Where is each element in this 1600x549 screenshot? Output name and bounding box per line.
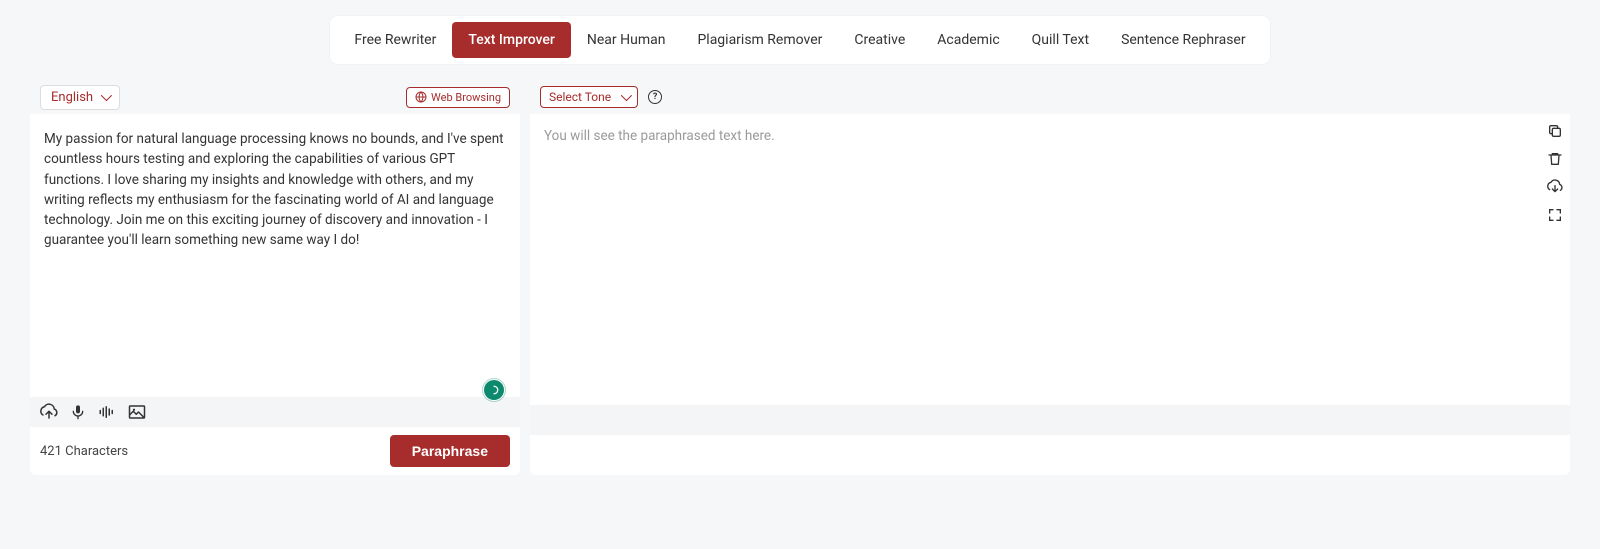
mode-tabs: Free Rewriter Text Improver Near Human P… bbox=[330, 16, 1269, 64]
language-select-label: English bbox=[51, 90, 93, 105]
input-textarea[interactable]: My passion for natural language processi… bbox=[30, 114, 520, 397]
input-panel-header: English Web Browsing bbox=[30, 80, 520, 114]
tab-quill-text[interactable]: Quill Text bbox=[1016, 22, 1105, 58]
fullscreen-icon[interactable] bbox=[1546, 206, 1564, 224]
tab-academic[interactable]: Academic bbox=[921, 22, 1015, 58]
app-container: Free Rewriter Text Improver Near Human P… bbox=[30, 16, 1570, 475]
input-toolbar bbox=[30, 397, 520, 427]
delete-icon[interactable] bbox=[1546, 150, 1564, 168]
output-panel-header: Select Tone ? bbox=[530, 80, 1570, 114]
tab-plagiarism-remover[interactable]: Plagiarism Remover bbox=[681, 22, 838, 58]
download-icon[interactable] bbox=[1546, 178, 1564, 196]
output-area: You will see the paraphrased text here. bbox=[530, 114, 1570, 405]
chevron-down-icon bbox=[621, 90, 632, 101]
tab-free-rewriter[interactable]: Free Rewriter bbox=[338, 22, 452, 58]
tab-near-human[interactable]: Near Human bbox=[571, 22, 682, 58]
input-footer: 421 Characters Paraphrase bbox=[30, 427, 520, 475]
help-icon[interactable]: ? bbox=[648, 90, 662, 104]
tab-text-improver[interactable]: Text Improver bbox=[452, 22, 571, 58]
output-toolbar-spacer bbox=[530, 405, 1570, 435]
tab-creative[interactable]: Creative bbox=[838, 22, 921, 58]
upload-icon[interactable] bbox=[40, 403, 58, 421]
recording-indicator bbox=[484, 380, 504, 400]
tone-select[interactable]: Select Tone bbox=[540, 86, 638, 108]
output-panel: Select Tone ? You will see the paraphras… bbox=[530, 80, 1570, 475]
output-side-toolbar bbox=[1546, 122, 1564, 224]
web-browsing-label: Web Browsing bbox=[431, 91, 501, 104]
character-count: 421 Characters bbox=[40, 444, 128, 459]
output-footer-spacer bbox=[530, 435, 1570, 475]
image-icon[interactable] bbox=[128, 404, 146, 420]
language-select[interactable]: English bbox=[40, 85, 120, 110]
tone-select-label: Select Tone bbox=[549, 90, 611, 104]
tab-sentence-rephraser[interactable]: Sentence Rephraser bbox=[1105, 22, 1262, 58]
audio-wave-icon[interactable] bbox=[98, 404, 116, 420]
input-panel: English Web Browsing My passion for natu… bbox=[30, 80, 520, 475]
paraphrase-button[interactable]: Paraphrase bbox=[390, 435, 510, 467]
chevron-down-icon bbox=[101, 90, 112, 101]
web-browsing-button[interactable]: Web Browsing bbox=[406, 87, 510, 108]
copy-icon[interactable] bbox=[1546, 122, 1564, 140]
panels: English Web Browsing My passion for natu… bbox=[30, 80, 1570, 475]
globe-icon bbox=[415, 91, 427, 103]
microphone-icon[interactable] bbox=[70, 404, 86, 420]
